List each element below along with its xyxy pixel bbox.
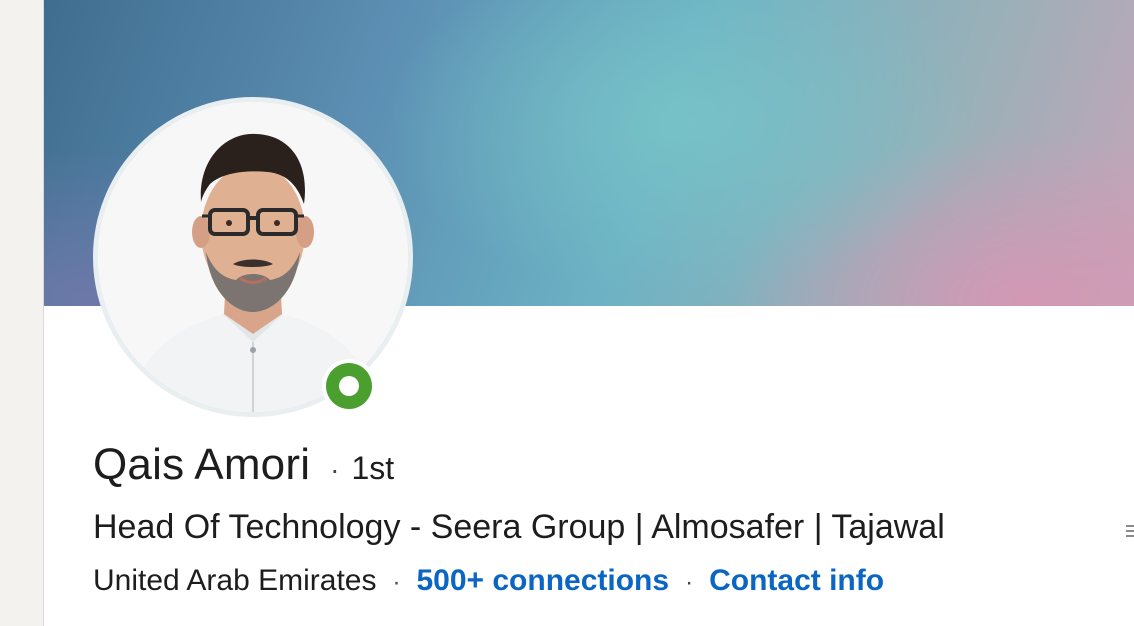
profile-meta-row: United Arab Emirates · 500+ connections … [93, 564, 884, 598]
connections-link[interactable]: 500+ connections [416, 564, 669, 598]
meta-separator: · [685, 569, 694, 596]
page-gutter [0, 0, 43, 626]
online-status-center [339, 376, 359, 396]
profile-top-card: Qais Amori · 1st Head Of Technology - Se… [43, 0, 1134, 626]
contact-info-link[interactable]: Contact info [709, 564, 884, 598]
degree-separator: · [330, 454, 340, 485]
profile-name: Qais Amori [93, 440, 311, 489]
profile-headline: Head Of Technology - Seera Group | Almos… [93, 508, 945, 546]
connection-degree: 1st [351, 450, 395, 486]
overflow-icon [1125, 522, 1134, 540]
online-status-ring [326, 363, 372, 409]
profile-location: United Arab Emirates [93, 564, 377, 597]
meta-separator: · [392, 569, 401, 596]
online-status-icon [322, 359, 376, 413]
profile-name-row: Qais Amori · 1st [93, 440, 394, 490]
